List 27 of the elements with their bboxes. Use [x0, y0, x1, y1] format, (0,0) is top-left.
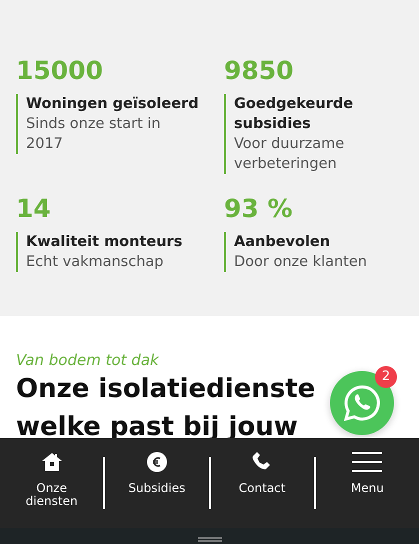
stat-number: 14 — [16, 194, 52, 224]
stat-label: Kwaliteit monteurs — [26, 233, 184, 252]
stat-description: Echt vakmanschap — [26, 253, 164, 272]
chat-bubble-icon — [342, 383, 382, 423]
stat-description: Sinds onze start in 2017 — [26, 115, 162, 154]
stat-label: Aanbevolen — [234, 233, 332, 252]
nav-item[interactable]: Contact — [210, 452, 314, 514]
stat-label: Goedgekeurde subsidies — [234, 95, 354, 134]
nav-item[interactable]: Menu — [316, 452, 419, 514]
euro-icon — [146, 452, 167, 472]
nav-item[interactable]: Subsidies — [105, 452, 208, 514]
house-icon — [42, 452, 62, 472]
stat-description: Door onze klanten — [234, 253, 368, 272]
stat-description: Voor duurzame verbeteringen — [234, 135, 346, 174]
notification-badge: 2 — [375, 366, 397, 388]
stat-number: 9850 — [224, 56, 295, 86]
stat-number: 93 % — [224, 194, 294, 224]
tagline: Van bodem tot dak — [16, 350, 160, 370]
stat-number: 15000 — [16, 56, 104, 86]
menu-icon — [352, 452, 382, 472]
handle-icon — [198, 537, 222, 542]
nav-item[interactable]: Onze diensten — [0, 452, 104, 514]
stat-label: Woningen geïsoleerd — [26, 95, 200, 114]
section-heading: welke past bij jouw — [16, 411, 298, 444]
section-heading: Onze isolatiedienste — [16, 373, 316, 406]
chat-button[interactable] — [330, 371, 394, 435]
phone-icon — [252, 452, 272, 472]
